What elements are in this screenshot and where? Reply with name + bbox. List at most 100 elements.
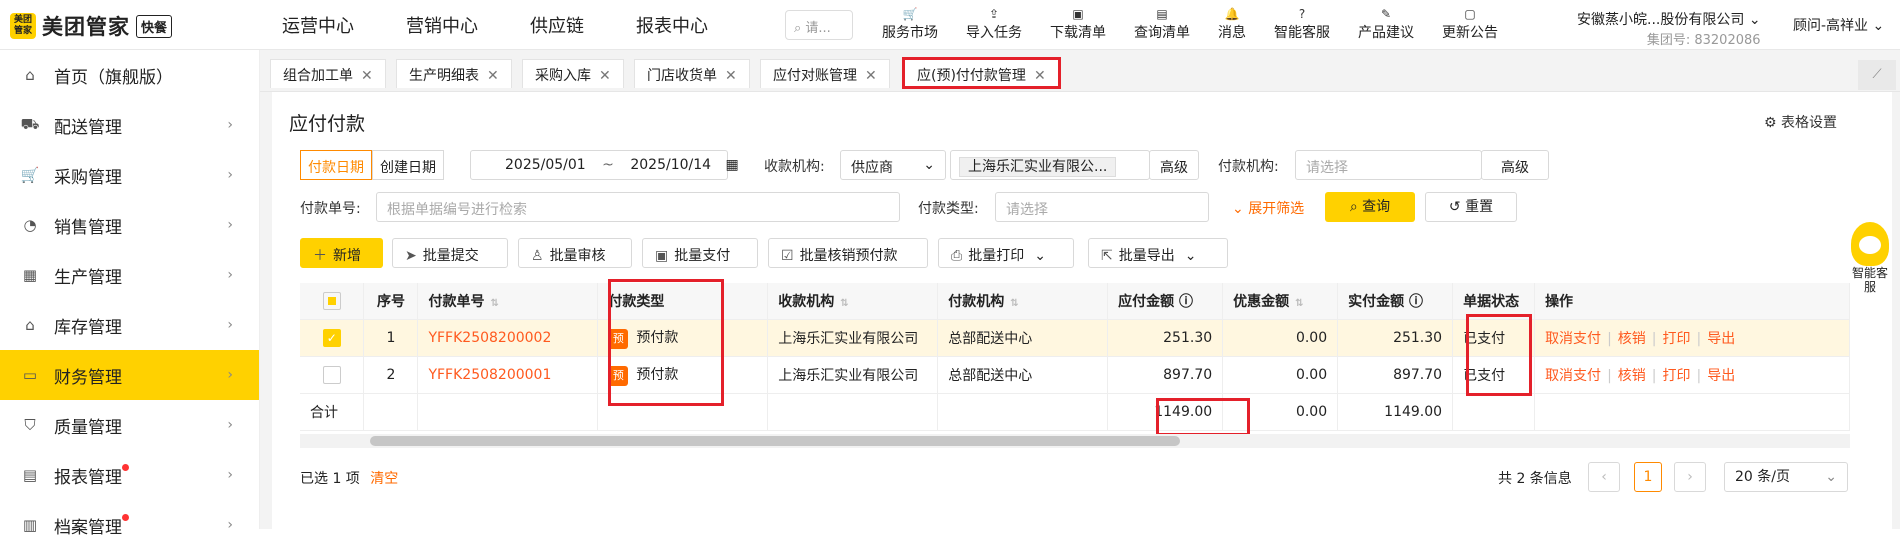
pay-no-input[interactable]: 根据单据编号进行检索 <box>376 192 900 222</box>
sort-icon[interactable]: ⇅ <box>840 298 848 309</box>
horizontal-scrollbar[interactable] <box>300 434 1850 448</box>
sidebar-item-production[interactable]: ▦ 生产管理 › <box>0 250 259 300</box>
tab-payment-management[interactable]: 应(预)付付款管理 ✕ <box>902 57 1061 89</box>
sidebar-item-finance[interactable]: ▭ 财务管理 › <box>0 350 259 400</box>
row-code-link[interactable]: YFFK2508200002 <box>417 319 599 357</box>
help-icon[interactable]: ⓘ <box>1409 294 1423 310</box>
page-size-select[interactable]: 20 条/页 ⌄ <box>1724 462 1848 492</box>
help-icon[interactable]: ⓘ <box>1179 294 1193 310</box>
table-row[interactable]: 2 YFFK2508200001 预预付款 上海乐汇实业有限公司 总部配送中心 … <box>300 356 1850 394</box>
close-icon[interactable]: ✕ <box>725 68 737 84</box>
search-input[interactable]: ⌕ 请... <box>785 10 853 40</box>
sidebar-item-home[interactable]: ⌂ 首页（旗舰版） <box>0 50 259 100</box>
sidebar-item-reports[interactable]: ▤ 报表管理 › <box>0 450 259 500</box>
col-header-payer[interactable]: 付款机构 ⇅ <box>937 283 1109 320</box>
tool-announcements[interactable]: ▢ 更新公告 <box>1428 6 1512 42</box>
date-range-picker[interactable]: 2025/05/01 ~ 2025/10/14 ▦ <box>470 150 739 180</box>
batch-pay-button[interactable]: ▣ 批量支付 <box>642 238 758 268</box>
tool-smart-service[interactable]: ? 智能客服 <box>1260 6 1344 42</box>
logo-badge: 快餐 <box>136 14 173 38</box>
export-link[interactable]: 导出 <box>1707 331 1735 347</box>
nav-supply-chain[interactable]: 供应链 <box>530 12 584 38</box>
tab-purchase-inbound[interactable]: 采购入库 ✕ <box>522 59 624 88</box>
date-type-created[interactable]: 创建日期 <box>372 150 444 180</box>
writeoff-link[interactable]: 核销 <box>1618 368 1646 384</box>
chevron-right-icon: › <box>227 517 233 533</box>
sidebar-item-sales[interactable]: ◔ 销售管理 › <box>0 200 259 250</box>
sidebar-item-delivery[interactable]: ⛟ 配送管理 › <box>0 100 259 150</box>
close-icon[interactable]: ✕ <box>1034 68 1046 84</box>
tab-combo-processing[interactable]: 组合加工单 ✕ <box>270 59 386 88</box>
payee-advanced-button[interactable]: 高级 <box>1149 150 1199 180</box>
tool-service-market[interactable]: 🛒 服务市场 <box>868 6 952 42</box>
table-settings-button[interactable]: ⚙ 表格设置 <box>1764 112 1837 132</box>
reset-button[interactable]: ↺ 重置 <box>1425 192 1517 222</box>
sidebar-item-archive[interactable]: ▥ 档案管理 › <box>0 500 259 550</box>
nav-reports[interactable]: 报表中心 <box>636 12 708 38</box>
writeoff-link[interactable]: 核销 <box>1618 331 1646 347</box>
export-link[interactable]: 导出 <box>1707 368 1735 384</box>
company-switcher[interactable]: 安徽蒸小皖...股份有限公司 ⌄ 集团号: 83202086 <box>1577 9 1761 48</box>
chevron-right-icon: › <box>227 367 233 383</box>
smart-service-widget[interactable]: 智能客服 <box>1848 222 1892 302</box>
wallet-icon: ▭ <box>22 366 38 384</box>
col-header-discount[interactable]: 优惠金额 ⇅ <box>1222 283 1339 320</box>
next-page-button[interactable]: › <box>1674 462 1706 492</box>
prev-page-button[interactable]: ‹ <box>1588 462 1620 492</box>
sort-icon[interactable]: ⇅ <box>1295 298 1303 309</box>
row-checkbox[interactable]: ✓ <box>322 328 341 347</box>
sort-icon[interactable]: ⇅ <box>1010 298 1018 309</box>
tool-messages[interactable]: 🔔 消息 <box>1204 6 1260 42</box>
tool-download-list[interactable]: ▣ 下载清单 <box>1036 6 1120 42</box>
close-icon[interactable]: ✕ <box>487 68 499 84</box>
payee-org-type-select[interactable]: 供应商 ⌄ <box>840 150 946 180</box>
clear-selection-link[interactable]: 清空 <box>370 471 398 487</box>
col-header-payee[interactable]: 收款机构 ⇅ <box>767 283 939 320</box>
cancel-pay-link[interactable]: 取消支付 <box>1545 368 1601 384</box>
expand-filters-link[interactable]: ⌄ 展开筛选 <box>1232 198 1304 218</box>
batch-audit-button[interactable]: ♙ 批量审核 <box>518 238 632 268</box>
batch-print-button[interactable]: ⎙ 批量打印 ⌄ <box>938 238 1074 268</box>
nav-marketing[interactable]: 营销中心 <box>406 12 478 38</box>
tab-payable-reconciliation[interactable]: 应付对账管理 ✕ <box>760 59 890 88</box>
user-menu[interactable]: 顾问-高祥业 ⌄ <box>1793 15 1884 35</box>
print-link[interactable]: 打印 <box>1663 331 1691 347</box>
payee-org-input[interactable]: 上海乐汇实业有限公... <box>950 150 1150 180</box>
cancel-pay-link[interactable]: 取消支付 <box>1545 331 1601 347</box>
pay-type-select[interactable]: 请选择 <box>995 192 1209 222</box>
add-button[interactable]: ＋新增 <box>300 238 383 268</box>
print-link[interactable]: 打印 <box>1663 368 1691 384</box>
tool-feedback[interactable]: ✎ 产品建议 <box>1344 6 1428 42</box>
nav-ops[interactable]: 运营中心 <box>282 12 354 38</box>
row-checkbox[interactable] <box>322 365 341 384</box>
close-icon[interactable]: ✕ <box>361 68 373 84</box>
batch-writeoff-button[interactable]: ☑ 批量核销预付款 <box>768 238 928 268</box>
date-type-payment[interactable]: 付款日期 <box>300 150 372 180</box>
payer-org-input[interactable]: 请选择 <box>1295 150 1482 180</box>
table-row[interactable]: ✓ 1 YFFK2508200002 预预付款 上海乐汇实业有限公司 总部配送中… <box>300 319 1850 357</box>
page-button-current[interactable]: 1 <box>1634 462 1662 492</box>
scrollbar-thumb[interactable] <box>370 436 1180 446</box>
tool-import-task[interactable]: ⇪ 导入任务 <box>952 6 1036 42</box>
payer-advanced-button[interactable]: 高级 <box>1481 150 1549 180</box>
pin-icon[interactable]: ⟋ <box>1858 60 1896 90</box>
close-icon[interactable]: ✕ <box>599 68 611 84</box>
sidebar-item-purchase[interactable]: 🛒 采购管理 › <box>0 150 259 200</box>
sidebar-item-quality[interactable]: ⛉ 质量管理 › <box>0 400 259 450</box>
select-all-checkbox[interactable] <box>322 291 341 310</box>
col-header-payable: 应付金额 ⓘ <box>1107 283 1224 320</box>
shield-icon: ⛉ <box>24 416 36 434</box>
batch-export-button[interactable]: ⇱ 批量导出 ⌄ <box>1088 238 1228 268</box>
batch-submit-button[interactable]: ➤ 批量提交 <box>392 238 508 268</box>
report-icon: ▤ <box>22 466 38 484</box>
tab-store-receipt[interactable]: 门店收货单 ✕ <box>634 59 750 88</box>
query-button[interactable]: ⌕ 查询 <box>1325 192 1415 222</box>
logo[interactable]: 美团 管家 美团管家 快餐 <box>10 11 173 41</box>
sort-icon[interactable]: ⇅ <box>490 298 498 309</box>
row-code-link[interactable]: YFFK2508200001 <box>417 356 599 394</box>
tool-query-list[interactable]: ▤ 查询清单 <box>1120 6 1204 42</box>
col-header-code[interactable]: 付款单号 ⇅ <box>417 283 599 320</box>
tab-production-detail[interactable]: 生产明细表 ✕ <box>396 59 512 88</box>
sidebar-item-inventory[interactable]: ⌂ 库存管理 › <box>0 300 259 350</box>
close-icon[interactable]: ✕ <box>865 68 877 84</box>
